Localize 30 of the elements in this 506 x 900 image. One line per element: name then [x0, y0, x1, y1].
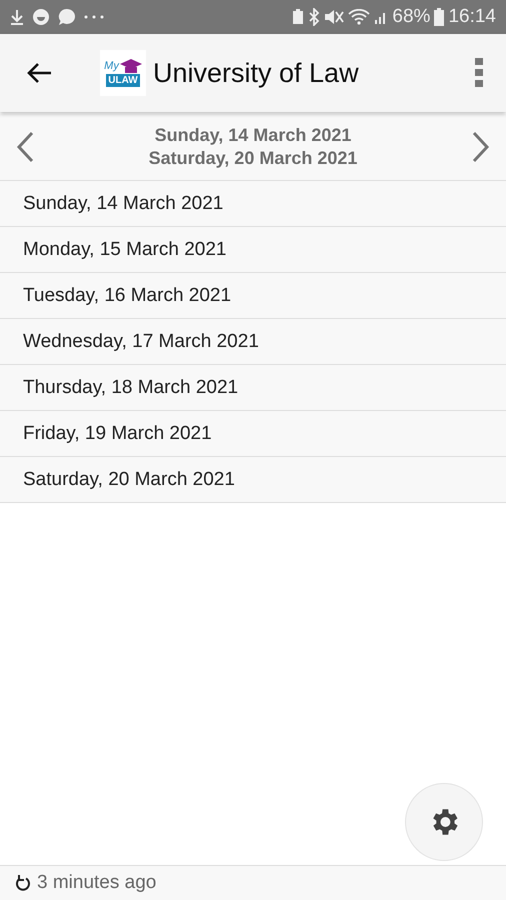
more-icon	[84, 15, 104, 19]
download-icon	[10, 9, 24, 25]
day-row[interactable]: Sunday, 14 March 2021	[0, 181, 506, 227]
week-start-date: Sunday, 14 March 2021	[154, 124, 352, 147]
mute-icon	[324, 9, 344, 25]
clock: 16:14	[448, 6, 496, 28]
wifi-icon	[348, 9, 370, 25]
smiley-icon	[32, 8, 50, 26]
day-row[interactable]: Saturday, 20 March 2021	[0, 457, 506, 503]
battery-icon	[434, 8, 444, 26]
battery-saver-icon	[292, 9, 304, 25]
back-arrow-icon	[26, 62, 52, 84]
chevron-right-icon	[472, 131, 490, 163]
day-row[interactable]: Friday, 19 March 2021	[0, 411, 506, 457]
graduation-cap-icon	[120, 59, 142, 73]
day-row[interactable]: Wednesday, 17 March 2021	[0, 319, 506, 365]
logo-text: ULAW	[106, 74, 140, 87]
refresh-icon	[15, 874, 31, 892]
week-end-date: Saturday, 20 March 2021	[148, 147, 358, 170]
chevron-left-icon	[16, 131, 34, 163]
day-row[interactable]: Monday, 15 March 2021	[0, 227, 506, 273]
bluetooth-icon	[308, 8, 320, 26]
more-vertical-icon	[474, 58, 484, 88]
day-row[interactable]: Thursday, 18 March 2021	[0, 365, 506, 411]
last-updated-text: 3 minutes ago	[37, 872, 156, 894]
app-title: University of Law	[153, 58, 359, 88]
chat-icon	[58, 8, 76, 26]
day-row[interactable]: Tuesday, 16 March 2021	[0, 273, 506, 319]
logo-text: My	[104, 60, 119, 72]
battery-percent: 68%	[392, 6, 430, 28]
